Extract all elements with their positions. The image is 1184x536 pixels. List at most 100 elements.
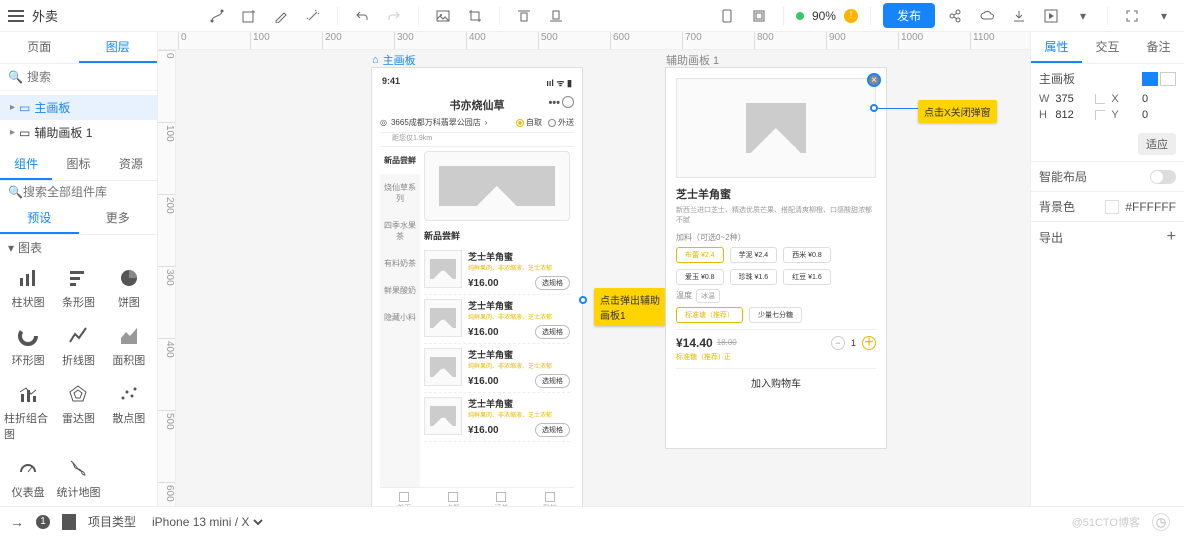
menu-icon[interactable] [8, 10, 24, 22]
qty-minus-button[interactable]: − [831, 336, 845, 350]
radio-delivery[interactable]: 外送 [548, 117, 574, 128]
option-extra[interactable]: 珍珠 ¥1.6 [730, 269, 778, 285]
color-chip[interactable] [1105, 200, 1119, 214]
chevron-down-icon[interactable]: ▾ [1071, 4, 1095, 28]
history-icon[interactable]: ◷ [1152, 513, 1170, 531]
height-input[interactable] [1055, 109, 1089, 121]
tab-interaction[interactable]: 交互 [1082, 32, 1133, 63]
link-dot-icon[interactable] [579, 296, 587, 304]
tree-item-aux-artboard[interactable]: ▸▭辅助画板 1 [0, 120, 157, 145]
smart-layout-toggle[interactable] [1150, 170, 1176, 184]
link-dims-icon[interactable] [1095, 110, 1105, 120]
tab-properties[interactable]: 属性 [1031, 32, 1082, 63]
category-item[interactable]: 四季水果茶 [380, 212, 420, 250]
share-icon[interactable] [943, 4, 967, 28]
comp-statmap[interactable]: 统计地图 [54, 450, 102, 506]
comp-line[interactable]: 折线图 [54, 318, 102, 374]
close-button[interactable]: × [867, 73, 881, 87]
add-artboard-icon[interactable] [237, 4, 261, 28]
fit-button[interactable]: 适应 [1138, 133, 1176, 155]
product-item[interactable]: 芝士羊角蜜 纯鲜果肉、非浓缩液、芝士浓郁 ¥16.00 选规格 [424, 393, 570, 442]
spec-button[interactable]: 选规格 [535, 374, 570, 388]
layer-search-input[interactable] [23, 68, 158, 86]
link-dot-icon[interactable] [870, 104, 878, 112]
publish-button[interactable]: 发布 [883, 3, 935, 28]
crop-tool-icon[interactable] [463, 4, 487, 28]
spec-button[interactable]: 选规格 [535, 423, 570, 437]
option-sugar[interactable]: 标准塘（推荐） [676, 307, 743, 323]
tab-notes[interactable]: 备注 [1133, 32, 1184, 63]
category-item[interactable]: 烧仙草系列 [380, 174, 420, 212]
connector-tool-icon[interactable] [205, 4, 229, 28]
add-to-cart-button[interactable]: 加入购物车 [676, 368, 876, 396]
zoom-level[interactable]: 90% [812, 9, 836, 23]
category-item[interactable]: 有料奶茶 [380, 250, 420, 277]
tab-more[interactable]: 更多 [79, 203, 158, 234]
orientation-landscape[interactable] [1160, 72, 1176, 86]
chevron-right-icon[interactable]: › [485, 118, 488, 127]
tab-pages[interactable]: 页面 [0, 32, 79, 63]
tabbar-item[interactable]: 首页 [380, 488, 429, 506]
section-chart[interactable]: ▾图表 [0, 235, 157, 260]
option-sugar[interactable]: 少量七分糖 [749, 307, 802, 323]
comp-ring[interactable]: 环形图 [4, 318, 52, 374]
comp-pie[interactable]: 饼图 [105, 260, 153, 316]
option-extra[interactable]: 西米 ¥0.8 [783, 247, 831, 263]
qty-plus-button[interactable]: + [862, 336, 876, 350]
spec-button[interactable]: 选规格 [535, 325, 570, 339]
tab-icons[interactable]: 图标 [52, 149, 104, 180]
width-input[interactable] [1055, 93, 1089, 105]
link-dims-icon[interactable] [1095, 94, 1105, 104]
canvas-stage[interactable]: ⌂主画板 辅助画板 1 9:41 ııl ᯤ ▮ 书亦烧仙草 ••• [176, 50, 1030, 506]
comp-area[interactable]: 面积图 [105, 318, 153, 374]
tabbar-item[interactable]: 订单 [477, 488, 526, 506]
target-icon[interactable] [562, 96, 574, 108]
temp-value[interactable]: 冰温 [696, 289, 720, 303]
fullscreen-icon[interactable] [1120, 4, 1144, 28]
layers-view-icon[interactable] [747, 4, 771, 28]
collapse-left-icon[interactable]: → [10, 514, 24, 530]
artboard-label-aux[interactable]: 辅助画板 1 [666, 52, 719, 68]
comp-barh[interactable]: 条形图 [54, 260, 102, 316]
cloud-icon[interactable] [975, 4, 999, 28]
tab-resources[interactable]: 资源 [105, 149, 157, 180]
undo-icon[interactable] [350, 4, 374, 28]
artboard-aux[interactable]: × 芝士羊角蜜 新西兰进口芝士、精选优质芒果、搭配清爽柳橙、口感酸甜浓郁不腻 加… [666, 68, 886, 448]
tab-preset[interactable]: 预设 [0, 203, 79, 234]
wand-tool-icon[interactable] [301, 4, 325, 28]
comp-barcombo[interactable]: 柱折组合图 [4, 376, 52, 448]
artboard-label-main[interactable]: ⌂主画板 [372, 52, 416, 68]
tab-layers[interactable]: 图层 [79, 32, 158, 63]
redo-icon[interactable] [382, 4, 406, 28]
annotation-close[interactable]: 点击X关闭弹窗 [918, 100, 997, 123]
annotation-popup[interactable]: 点击弹出辅助画板1 [594, 288, 666, 326]
more-icon[interactable]: ••• [548, 97, 560, 109]
add-export-button[interactable]: + [1167, 228, 1176, 246]
tree-item-main-artboard[interactable]: ▸▭主画板 [0, 95, 157, 120]
orientation-portrait[interactable] [1142, 72, 1158, 86]
x-input[interactable] [1142, 93, 1176, 105]
spec-button[interactable]: 选规格 [535, 276, 570, 290]
component-search-input[interactable] [23, 185, 158, 199]
category-item[interactable]: 新品尝鲜 [380, 147, 420, 174]
color-value[interactable]: #FFFFFF [1125, 200, 1176, 214]
comp-radar[interactable]: 雷达图 [54, 376, 102, 448]
comp-scatter[interactable]: 散点图 [105, 376, 153, 448]
option-extra[interactable]: 布蕾 ¥2.4 [676, 247, 724, 263]
align-top-icon[interactable] [512, 4, 536, 28]
image-tool-icon[interactable] [431, 4, 455, 28]
device-frame-icon[interactable] [715, 4, 739, 28]
comp-gauge[interactable]: 仪表盘 [4, 450, 52, 506]
category-item[interactable]: 鲜果酸奶 [380, 277, 420, 304]
badge-count[interactable]: 1 [36, 515, 50, 529]
option-extra[interactable]: 爱玉 ¥0.8 [676, 269, 724, 285]
tabbar-item[interactable]: 点餐 [429, 488, 478, 506]
artboard-main[interactable]: 9:41 ııl ᯤ ▮ 书亦烧仙草 ••• ◎ 3665成都万科翡翠公园店 › [372, 68, 582, 506]
option-extra[interactable]: 红豆 ¥1.6 [783, 269, 831, 285]
align-bottom-icon[interactable] [544, 4, 568, 28]
note-strip-icon[interactable] [62, 514, 76, 530]
comp-bar[interactable]: 柱状图 [4, 260, 52, 316]
pen-tool-icon[interactable] [269, 4, 293, 28]
y-input[interactable] [1142, 109, 1176, 121]
product-item[interactable]: 芝士羊角蜜 纯鲜果肉、非浓缩液、芝士浓郁 ¥16.00 选规格 [424, 295, 570, 344]
